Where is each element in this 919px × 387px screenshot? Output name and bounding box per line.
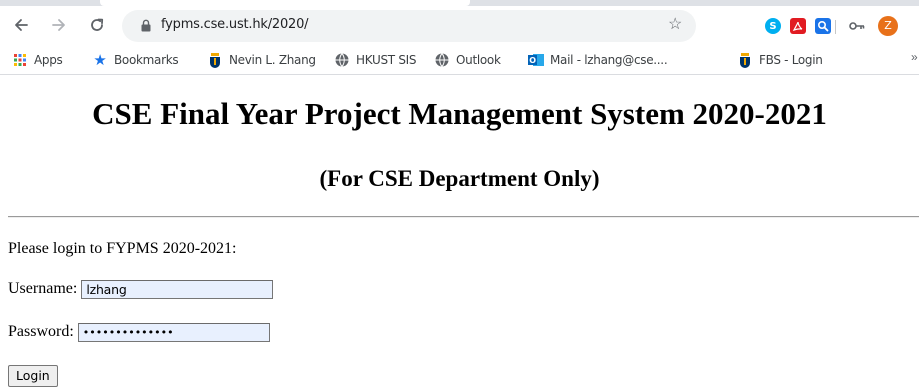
- password-row: Password: ••••••••••••••: [8, 320, 270, 344]
- pdf-icon[interactable]: [790, 18, 806, 34]
- page-subtitle: (For CSE Department Only): [319, 166, 600, 191]
- page-content: CSE Final Year Project Management System…: [0, 75, 919, 387]
- bookmark-label: Nevin L. Zhang: [229, 53, 316, 67]
- reload-icon: [91, 18, 104, 31]
- password-input[interactable]: ••••••••••••••: [77, 322, 270, 342]
- reload-button[interactable]: [84, 12, 110, 38]
- bookmark-label: Mail - lzhang@cse....: [550, 53, 668, 67]
- username-input[interactable]: [81, 279, 274, 299]
- address-bar[interactable]: fypms.cse.ust.hk/2020/ ☆: [122, 10, 696, 42]
- forward-button[interactable]: [46, 12, 72, 38]
- bookmarks-overflow-icon[interactable]: »: [911, 50, 918, 64]
- skype-icon[interactable]: S: [765, 18, 781, 34]
- key-icon[interactable]: [849, 18, 865, 34]
- login-button[interactable]: Login: [8, 365, 58, 387]
- password-label: Password:: [8, 323, 74, 340]
- back-button[interactable]: [8, 12, 34, 38]
- bookmark-nevin-zhang[interactable]: Nevin L. Zhang: [207, 52, 316, 68]
- page-title: CSE Final Year Project Management System…: [92, 96, 827, 131]
- username-label: Username:: [8, 280, 78, 297]
- bookmark-label: Apps: [34, 53, 63, 67]
- search-extension-icon[interactable]: [815, 18, 831, 34]
- outlook-icon: O: [528, 52, 544, 68]
- lock-icon[interactable]: [141, 19, 151, 32]
- bookmark-outlook[interactable]: Outlook: [434, 52, 501, 68]
- hkust-icon: [737, 52, 753, 68]
- bookmark-mail[interactable]: O Mail - lzhang@cse....: [528, 52, 668, 68]
- browser-toolbar: fypms.cse.ust.hk/2020/ ☆ S Z: [0, 6, 919, 46]
- bookmark-label: Outlook: [456, 53, 501, 67]
- svg-text:O: O: [529, 56, 536, 65]
- profile-avatar[interactable]: Z: [878, 16, 898, 36]
- star-icon: ★: [93, 51, 107, 69]
- toolbar-separator: [835, 20, 836, 34]
- bookmark-hkust-sis[interactable]: HKUST SIS: [334, 52, 417, 68]
- apps-grid-icon: [12, 52, 28, 68]
- bookmarks-bar: Apps ★ Bookmarks Nevin L. Zhang HKUST SI…: [0, 46, 919, 75]
- login-prompt: Please login to FYPMS 2020-2021:: [8, 240, 237, 257]
- bookmark-fbs-login[interactable]: FBS - Login: [737, 52, 823, 68]
- arrow-left-icon: [15, 19, 28, 31]
- url-text[interactable]: fypms.cse.ust.hk/2020/: [161, 17, 309, 32]
- hkust-icon: [207, 52, 223, 68]
- arrow-right-icon: [52, 19, 65, 31]
- divider: [8, 216, 919, 218]
- globe-icon: [434, 52, 450, 68]
- star-icon[interactable]: ☆: [668, 17, 682, 33]
- bookmark-label: HKUST SIS: [356, 53, 417, 67]
- bookmark-label: FBS - Login: [759, 53, 823, 67]
- bookmark-apps[interactable]: Apps: [12, 52, 63, 68]
- bookmark-bookmarks[interactable]: ★ Bookmarks: [92, 51, 179, 69]
- bookmark-label: Bookmarks: [114, 53, 179, 67]
- globe-icon: [334, 52, 350, 68]
- username-row: Username:: [8, 277, 274, 301]
